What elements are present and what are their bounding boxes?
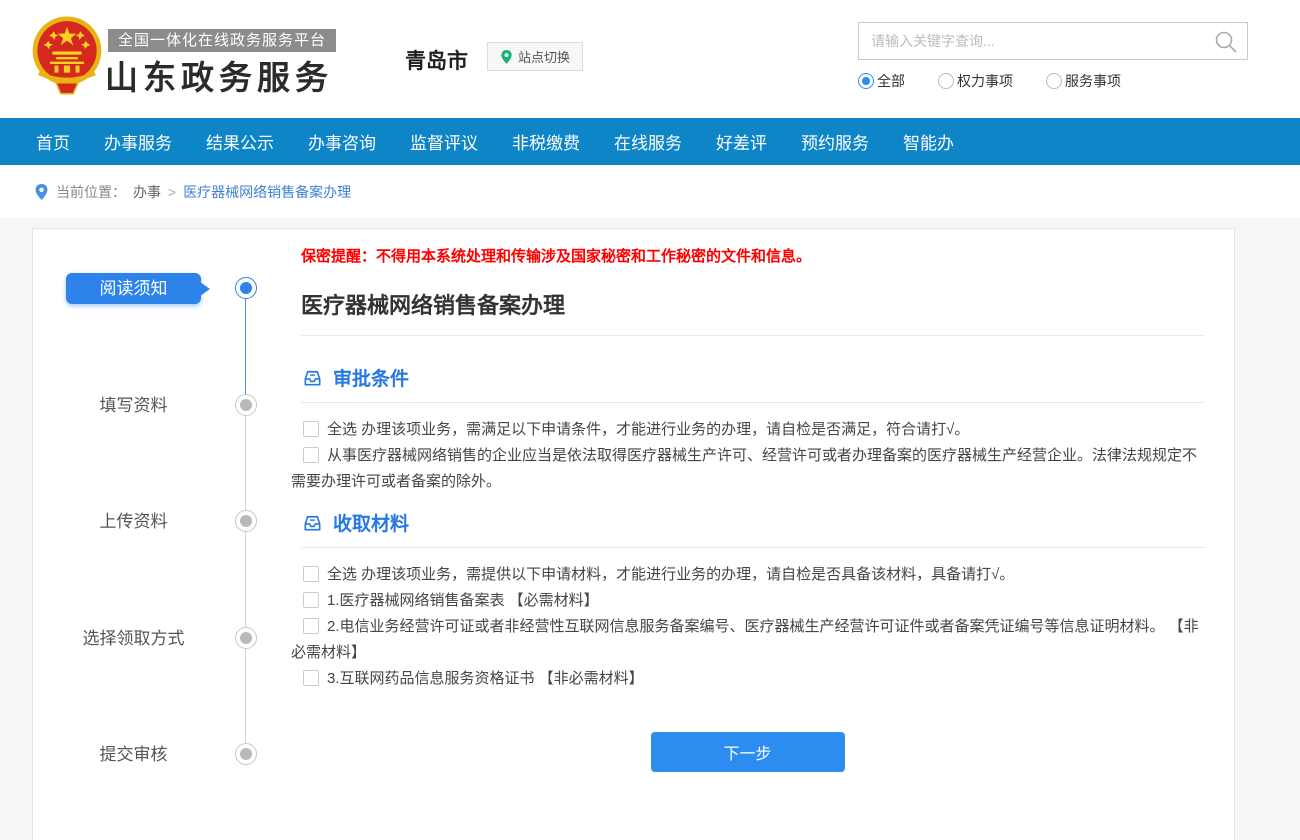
search-filter-radio[interactable]: 权力事项 — [938, 71, 1013, 91]
content-section: 审批条件 全选 办理该项业务，需满足以下申请条件，才能进行业务的办理，请自检是否… — [291, 364, 1204, 495]
breadcrumb-prefix: 当前位置： — [56, 182, 126, 202]
step-dot-icon — [235, 277, 257, 299]
checklist-item: 1.医疗器械网络销售备案表 【必需材料】 — [291, 588, 1204, 614]
search-filter-group: 全部 权力事项 服务事项 — [858, 71, 1121, 91]
steps-sidebar: 阅读须知 填写资料 上传资料 选择领取方式 提交审核 — [33, 229, 291, 840]
search-filter-radio[interactable]: 全部 — [858, 71, 905, 91]
step-dot-icon — [235, 743, 257, 765]
nav-item-8[interactable]: 预约服务 — [801, 129, 869, 154]
filter-label: 全部 — [877, 71, 905, 91]
nav-item-4[interactable]: 监督评议 — [410, 129, 478, 154]
nav-item-7[interactable]: 好差评 — [716, 129, 767, 154]
breadcrumb-current[interactable]: 医疗器械网络销售备案办理 — [183, 182, 351, 202]
section-title: 审批条件 — [333, 364, 409, 391]
checklist-text: 全选 办理该项业务，需提供以下申请材料，才能进行业务的办理，请自检是否具备该材料… — [327, 566, 1014, 583]
platform-badge: 全国一体化在线政务服务平台 — [108, 29, 336, 52]
breadcrumb-link-banshi[interactable]: 办事 — [133, 182, 161, 202]
header: 全国一体化在线政务服务平台 山东政务服务 青岛市 站点切换 全部 权力事项 服务… — [0, 0, 1300, 118]
step-label: 提交审核 — [66, 739, 201, 770]
nav-item-6[interactable]: 在线服务 — [614, 129, 682, 154]
checklist: 全选 办理该项业务，需提供以下申请材料，才能进行业务的办理，请自检是否具备该材料… — [291, 562, 1204, 692]
checklist-text: 2.电信业务经营许可证或者非经营性互联网信息服务备案编号、医疗器械生产经营许可证… — [291, 618, 1199, 661]
location-pin-icon — [34, 183, 49, 201]
nav-item-1[interactable]: 办事服务 — [104, 129, 172, 154]
checkbox[interactable] — [303, 618, 319, 634]
timeline-line — [245, 405, 246, 754]
step-item-4[interactable]: 提交审核 — [33, 739, 291, 770]
radio-icon[interactable] — [858, 73, 874, 89]
step-dot-icon — [235, 627, 257, 649]
divider — [301, 402, 1204, 403]
next-step-button[interactable]: 下一步 — [651, 732, 845, 772]
checklist-item: 从事医疗器械网络销售的企业应当是依法取得医疗器械生产许可、经营许可或者办理备案的… — [291, 443, 1204, 495]
content-section: 收取材料 全选 办理该项业务，需提供以下申请材料，才能进行业务的办理，请自检是否… — [291, 509, 1204, 692]
search-filter-radio[interactable]: 服务事项 — [1046, 71, 1121, 91]
step-label: 上传资料 — [66, 506, 201, 537]
nav-item-5[interactable]: 非税缴费 — [512, 129, 580, 154]
checklist-item: 2.电信业务经营许可证或者非经营性互联网信息服务备案编号、医疗器械生产经营许可证… — [291, 614, 1204, 666]
step-label: 选择领取方式 — [66, 623, 201, 654]
section-title: 收取材料 — [333, 509, 409, 536]
checklist-item: 3.互联网药品信息服务资格证书 【非必需材料】 — [291, 666, 1204, 692]
divider — [301, 335, 1204, 336]
breadcrumb: 当前位置： 办事 > 医疗器械网络销售备案办理 — [0, 165, 1300, 218]
sections-container: 审批条件 全选 办理该项业务，需满足以下申请条件，才能进行业务的办理，请自检是否… — [291, 364, 1204, 692]
nav-item-2[interactable]: 结果公示 — [206, 129, 274, 154]
search-icon[interactable] — [1213, 29, 1239, 55]
location-pin-icon — [500, 49, 513, 65]
tray-icon — [301, 511, 324, 534]
filter-label: 服务事项 — [1065, 71, 1121, 91]
checklist: 全选 办理该项业务，需满足以下申请条件，才能进行业务的办理，请自检是否满足，符合… — [291, 417, 1204, 495]
checkbox[interactable] — [303, 592, 319, 608]
divider — [301, 547, 1204, 548]
site-title: 山东政务服务 — [105, 51, 333, 99]
content-panel: 阅读须知 填写资料 上传资料 选择领取方式 提交审核 保密提醒：不得用本系统处理… — [32, 228, 1235, 840]
step-dot-icon — [235, 394, 257, 416]
checklist-text: 3.互联网药品信息服务资格证书 【非必需材料】 — [327, 670, 644, 687]
timeline-line-active — [245, 288, 246, 405]
radio-icon[interactable] — [1046, 73, 1062, 89]
main-nav: 首页 办事服务 结果公示 办事咨询 监督评议 非税缴费 在线服务 好差评 预约服务 智能办 — [0, 118, 1300, 165]
step-dot-icon — [235, 510, 257, 532]
site-switch-label: 站点切换 — [518, 47, 570, 66]
nav-item-9[interactable]: 智能办 — [903, 129, 954, 154]
step-item-1[interactable]: 填写资料 — [33, 390, 291, 421]
radio-icon[interactable] — [938, 73, 954, 89]
site-switch-button[interactable]: 站点切换 — [487, 42, 583, 71]
tray-icon — [301, 366, 324, 389]
checkbox[interactable] — [303, 670, 319, 686]
button-row: 下一步 — [291, 732, 1204, 772]
checklist-item: 全选 办理该项业务，需满足以下申请条件，才能进行业务的办理，请自检是否满足，符合… — [291, 417, 1204, 443]
section-heading: 收取材料 — [301, 509, 1204, 535]
security-warning: 保密提醒：不得用本系统处理和传输涉及国家秘密和工作秘密的文件和信息。 — [301, 247, 1204, 267]
checklist-text: 从事医疗器械网络销售的企业应当是依法取得医疗器械生产许可、经营许可或者办理备案的… — [291, 447, 1197, 490]
search-input[interactable] — [859, 23, 1247, 59]
search-box — [858, 22, 1248, 60]
checkbox[interactable] — [303, 447, 319, 463]
nav-item-3[interactable]: 办事咨询 — [308, 129, 376, 154]
step-label: 阅读须知 — [66, 273, 201, 304]
checklist-text: 1.医疗器械网络销售备案表 【必需材料】 — [327, 592, 599, 609]
nav-item-0[interactable]: 首页 — [36, 129, 70, 154]
main-content: 保密提醒：不得用本系统处理和传输涉及国家秘密和工作秘密的文件和信息。 医疗器械网… — [291, 229, 1204, 772]
checkbox[interactable] — [303, 421, 319, 437]
page-title: 医疗器械网络销售备案办理 — [301, 291, 1204, 321]
national-emblem-logo — [28, 13, 106, 101]
city-name: 青岛市 — [405, 45, 468, 75]
page: 全国一体化在线政务服务平台 山东政务服务 青岛市 站点切换 全部 权力事项 服务… — [0, 0, 1300, 840]
content-background: 阅读须知 填写资料 上传资料 选择领取方式 提交审核 保密提醒：不得用本系统处理… — [0, 218, 1300, 840]
checklist-item: 全选 办理该项业务，需提供以下申请材料，才能进行业务的办理，请自检是否具备该材料… — [291, 562, 1204, 588]
step-item-2[interactable]: 上传资料 — [33, 506, 291, 537]
checklist-text: 全选 办理该项业务，需满足以下申请条件，才能进行业务的办理，请自检是否满足，符合… — [327, 421, 969, 438]
section-heading: 审批条件 — [301, 364, 1204, 390]
step-item-3[interactable]: 选择领取方式 — [33, 623, 291, 654]
breadcrumb-separator: > — [168, 184, 176, 200]
filter-label: 权力事项 — [957, 71, 1013, 91]
step-label: 填写资料 — [66, 390, 201, 421]
checkbox[interactable] — [303, 566, 319, 582]
step-item-0[interactable]: 阅读须知 — [33, 273, 291, 304]
